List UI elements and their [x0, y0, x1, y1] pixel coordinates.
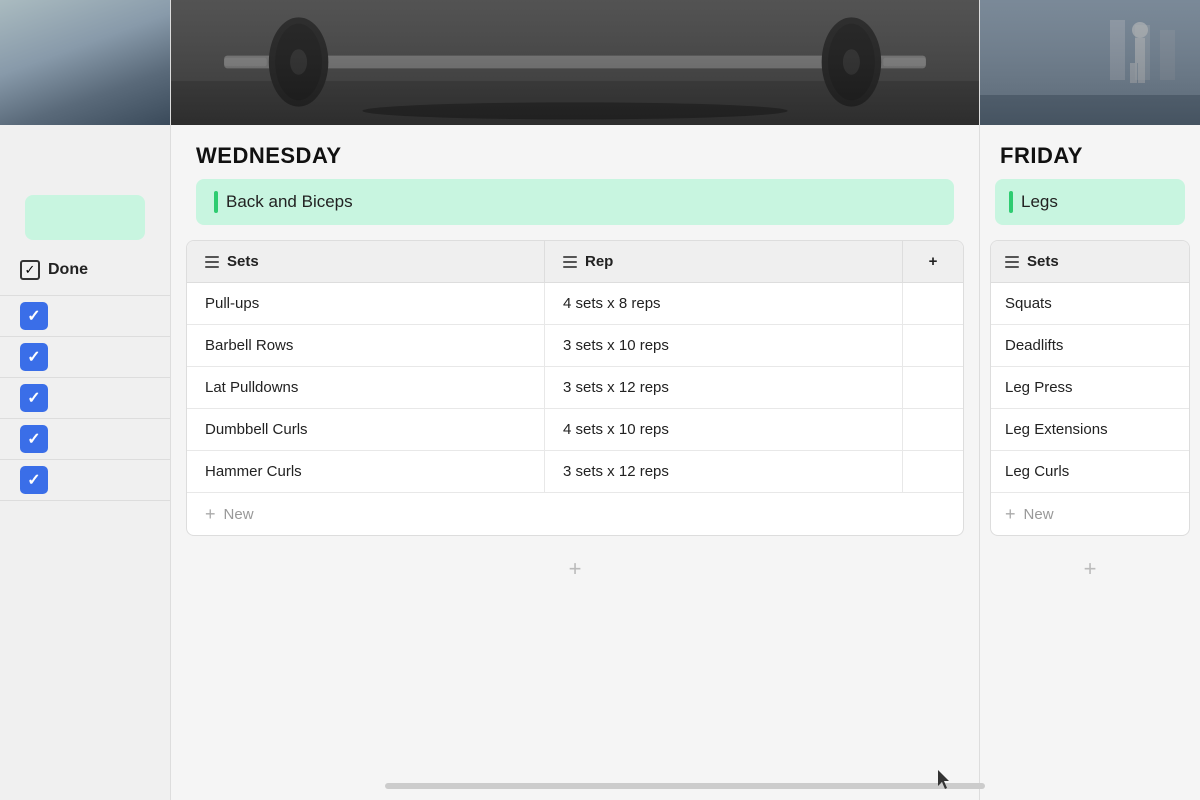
checked-checkbox[interactable]: ✓ — [20, 302, 48, 330]
exercise-cell: Barbell Rows — [187, 325, 545, 366]
wednesday-hero-image — [171, 0, 979, 125]
column-sort-icon — [563, 256, 577, 268]
friday-exercise-cell[interactable]: Leg Extensions — [991, 409, 1189, 451]
wednesday-table: Sets Rep + Pull-ups 4 sets x 8 reps — [186, 240, 964, 536]
table-row[interactable]: Dumbbell Curls 4 sets x 10 reps — [187, 409, 963, 451]
horizontal-scrollbar[interactable] — [170, 782, 1200, 790]
plus-icon: + — [205, 505, 216, 523]
friday-exercise-cell[interactable]: Leg Curls — [991, 451, 1189, 492]
checkmark-symbol: ✓ — [25, 262, 36, 278]
check-icon: ✓ — [27, 470, 40, 490]
add-section-icon: + — [1084, 556, 1097, 582]
wednesday-workout-name: Back and Biceps — [226, 192, 353, 212]
friday-workout-name: Legs — [1021, 192, 1058, 212]
friday-bottom-add-button[interactable]: + — [980, 536, 1200, 602]
table-header: Sets Rep + — [187, 241, 963, 283]
wednesday-title: WEDNESDAY — [171, 125, 979, 179]
add-column-header[interactable]: + — [903, 241, 963, 282]
exercise-cell: Hammer Curls — [187, 451, 545, 492]
list-item[interactable]: ✓ — [0, 336, 170, 377]
friday-table-body: SquatsDeadliftsLeg PressLeg ExtensionsLe… — [991, 283, 1189, 492]
list-item[interactable]: ✓ — [0, 377, 170, 418]
sets-header-label: Sets — [227, 253, 259, 270]
done-checkbox-icon: ✓ — [20, 260, 40, 280]
friday-workout-badge: Legs — [995, 179, 1185, 225]
friday-new-row-button[interactable]: + New — [991, 492, 1189, 535]
done-label: Done — [48, 261, 88, 279]
friday-sets-header: Sets — [991, 241, 1189, 283]
check-icon: ✓ — [27, 429, 40, 449]
friday-title: FRIDAY — [980, 125, 1200, 179]
reps-cell: 4 sets x 8 reps — [545, 283, 903, 324]
badge-bar — [214, 191, 218, 213]
table-row[interactable]: Hammer Curls 3 sets x 12 reps — [187, 451, 963, 492]
scrollbar-track[interactable] — [385, 783, 985, 789]
add-section-icon: + — [569, 556, 582, 582]
wednesday-table-body: Pull-ups 4 sets x 8 reps Barbell Rows 3 … — [187, 283, 963, 492]
table-row[interactable]: Barbell Rows 3 sets x 10 reps — [187, 325, 963, 367]
reps-cell: 3 sets x 12 reps — [545, 367, 903, 408]
friday-exercise-cell[interactable]: Leg Press — [991, 367, 1189, 409]
table-row[interactable]: Lat Pulldowns 3 sets x 12 reps — [187, 367, 963, 409]
left-day-badge — [25, 195, 145, 240]
reps-cell: 3 sets x 12 reps — [545, 451, 903, 492]
friday-exercise-cell[interactable]: Deadlifts — [991, 325, 1189, 367]
action-cell[interactable] — [903, 367, 963, 408]
checked-checkbox[interactable]: ✓ — [20, 343, 48, 371]
list-item[interactable]: ✓ — [0, 459, 170, 501]
action-cell[interactable] — [903, 325, 963, 366]
rep-header-label: Rep — [585, 253, 613, 270]
friday-table: Sets SquatsDeadliftsLeg PressLeg Extensi… — [990, 240, 1190, 536]
list-item[interactable]: ✓ — [0, 418, 170, 459]
check-icon: ✓ — [27, 306, 40, 326]
main-container: ✓ Done ✓ ✓ ✓ ✓ — [0, 0, 1200, 800]
exercise-cell: Pull-ups — [187, 283, 545, 324]
column-sort-icon — [205, 256, 219, 268]
checked-checkbox[interactable]: ✓ — [20, 425, 48, 453]
reps-cell: 3 sets x 10 reps — [545, 325, 903, 366]
left-hero-image — [0, 0, 170, 125]
plus-icon: + — [1005, 505, 1016, 523]
column-sort-icon — [1005, 256, 1019, 268]
new-label: New — [224, 506, 254, 523]
friday-new-label: New — [1024, 506, 1054, 523]
add-column-icon[interactable]: + — [929, 253, 938, 270]
friday-hero-image — [980, 0, 1200, 125]
wednesday-workout-badge: Back and Biceps — [196, 179, 954, 225]
done-row: ✓ Done — [0, 240, 170, 295]
list-item[interactable]: ✓ — [0, 295, 170, 336]
reps-cell: 4 sets x 10 reps — [545, 409, 903, 450]
sets-header-cell: Sets — [187, 241, 545, 282]
check-icon: ✓ — [27, 388, 40, 408]
badge-bar — [1009, 191, 1013, 213]
table-row[interactable]: Pull-ups 4 sets x 8 reps — [187, 283, 963, 325]
action-cell[interactable] — [903, 283, 963, 324]
friday-sets-label: Sets — [1027, 253, 1059, 270]
friday-exercise-cell[interactable]: Squats — [991, 283, 1189, 325]
wednesday-panel: WEDNESDAY Back and Biceps Sets — [170, 0, 980, 800]
friday-panel: FRIDAY Legs Sets SquatsDeadliftsLeg Pres… — [980, 0, 1200, 800]
exercise-cell: Lat Pulldowns — [187, 367, 545, 408]
check-icon: ✓ — [27, 347, 40, 367]
checkbox-list: ✓ ✓ ✓ ✓ ✓ — [0, 295, 170, 501]
rep-header-cell: Rep — [545, 241, 903, 282]
wednesday-bottom-add-button[interactable]: + — [171, 536, 979, 602]
left-panel: ✓ Done ✓ ✓ ✓ ✓ — [0, 0, 170, 800]
checked-checkbox[interactable]: ✓ — [20, 466, 48, 494]
exercise-cell: Dumbbell Curls — [187, 409, 545, 450]
action-cell[interactable] — [903, 451, 963, 492]
action-cell[interactable] — [903, 409, 963, 450]
checked-checkbox[interactable]: ✓ — [20, 384, 48, 412]
wednesday-new-row-button[interactable]: + New — [187, 492, 963, 535]
